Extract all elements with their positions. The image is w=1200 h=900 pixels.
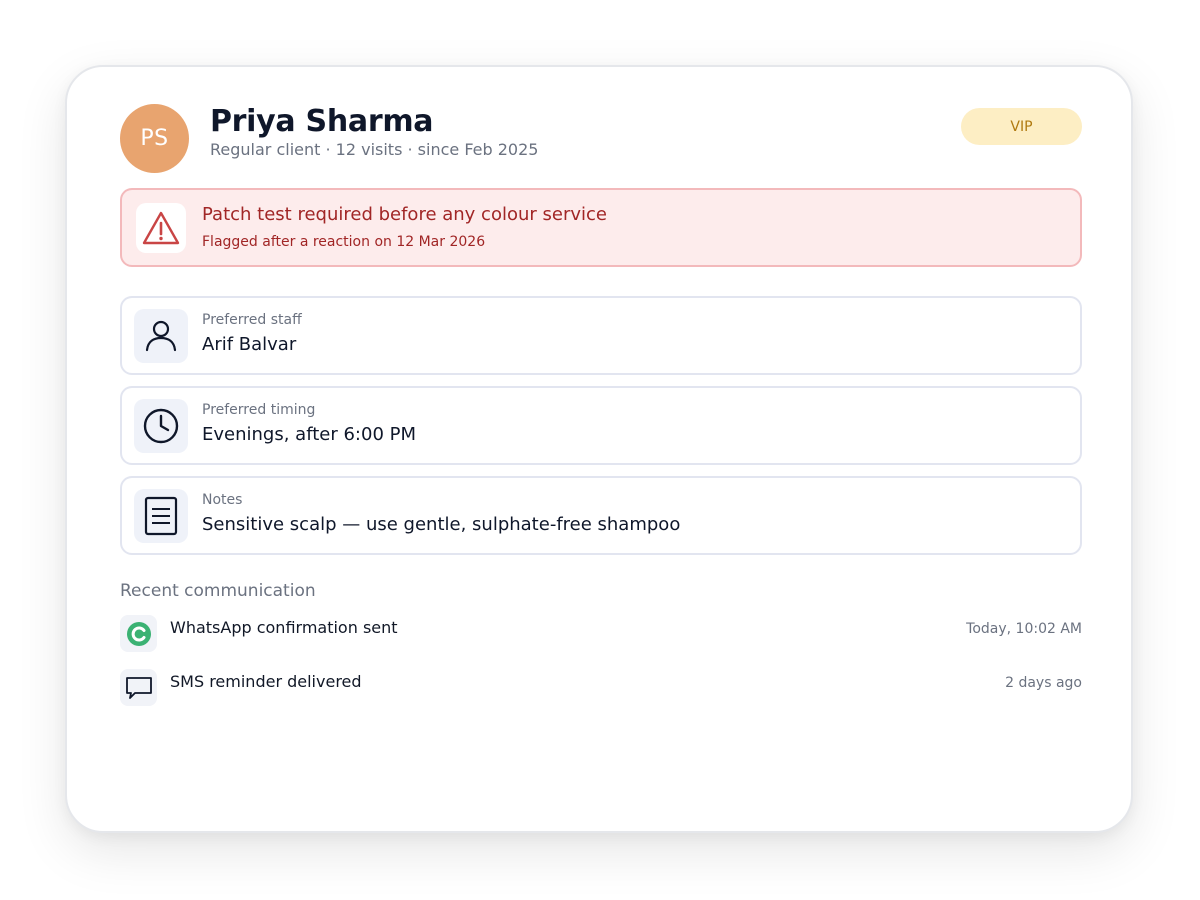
preferred-timing-value: Evenings, after 6:00 PM <box>202 424 416 445</box>
clock-icon <box>134 399 188 453</box>
warning-triangle-icon <box>136 203 186 253</box>
communication-text: WhatsApp confirmation sent <box>170 618 398 637</box>
alert-subtitle: Flagged after a reaction on 12 Mar 2026 <box>202 234 486 250</box>
client-summary: Regular client · 12 visits · since Feb 2… <box>210 140 539 159</box>
client-name: Priya Sharma <box>210 104 434 139</box>
preferred-staff-card: Preferred staff Arif Balvar <box>120 296 1082 375</box>
document-icon <box>134 489 188 543</box>
preferred-timing-label: Preferred timing <box>202 402 316 418</box>
notes-card: Notes Sensitive scalp — use gentle, sulp… <box>120 476 1082 555</box>
person-icon <box>134 309 188 363</box>
alert-title: Patch test required before any colour se… <box>202 204 607 225</box>
whatsapp-icon <box>120 615 157 652</box>
communication-item[interactable]: WhatsApp confirmation sent Today, 10:02 … <box>120 615 1082 653</box>
communication-time: 2 days ago <box>1005 675 1082 691</box>
client-profile-card: PS Priya Sharma Regular client · 12 visi… <box>65 65 1133 833</box>
preferred-staff-value: Arif Balvar <box>202 334 297 355</box>
client-header: PS Priya Sharma Regular client · 12 visi… <box>120 104 1082 174</box>
vip-badge: VIP <box>961 108 1082 145</box>
recent-communication-title: Recent communication <box>120 581 316 601</box>
preferred-timing-card: Preferred timing Evenings, after 6:00 PM <box>120 386 1082 465</box>
communication-item[interactable]: SMS reminder delivered 2 days ago <box>120 669 1082 707</box>
patch-test-alert: Patch test required before any colour se… <box>120 188 1082 267</box>
communication-text: SMS reminder delivered <box>170 672 362 691</box>
notes-value: Sensitive scalp — use gentle, sulphate-f… <box>202 514 681 535</box>
communication-time: Today, 10:02 AM <box>966 621 1082 637</box>
chat-bubble-icon <box>120 669 157 706</box>
avatar: PS <box>120 104 189 173</box>
preferred-staff-label: Preferred staff <box>202 312 302 328</box>
notes-label: Notes <box>202 492 243 508</box>
